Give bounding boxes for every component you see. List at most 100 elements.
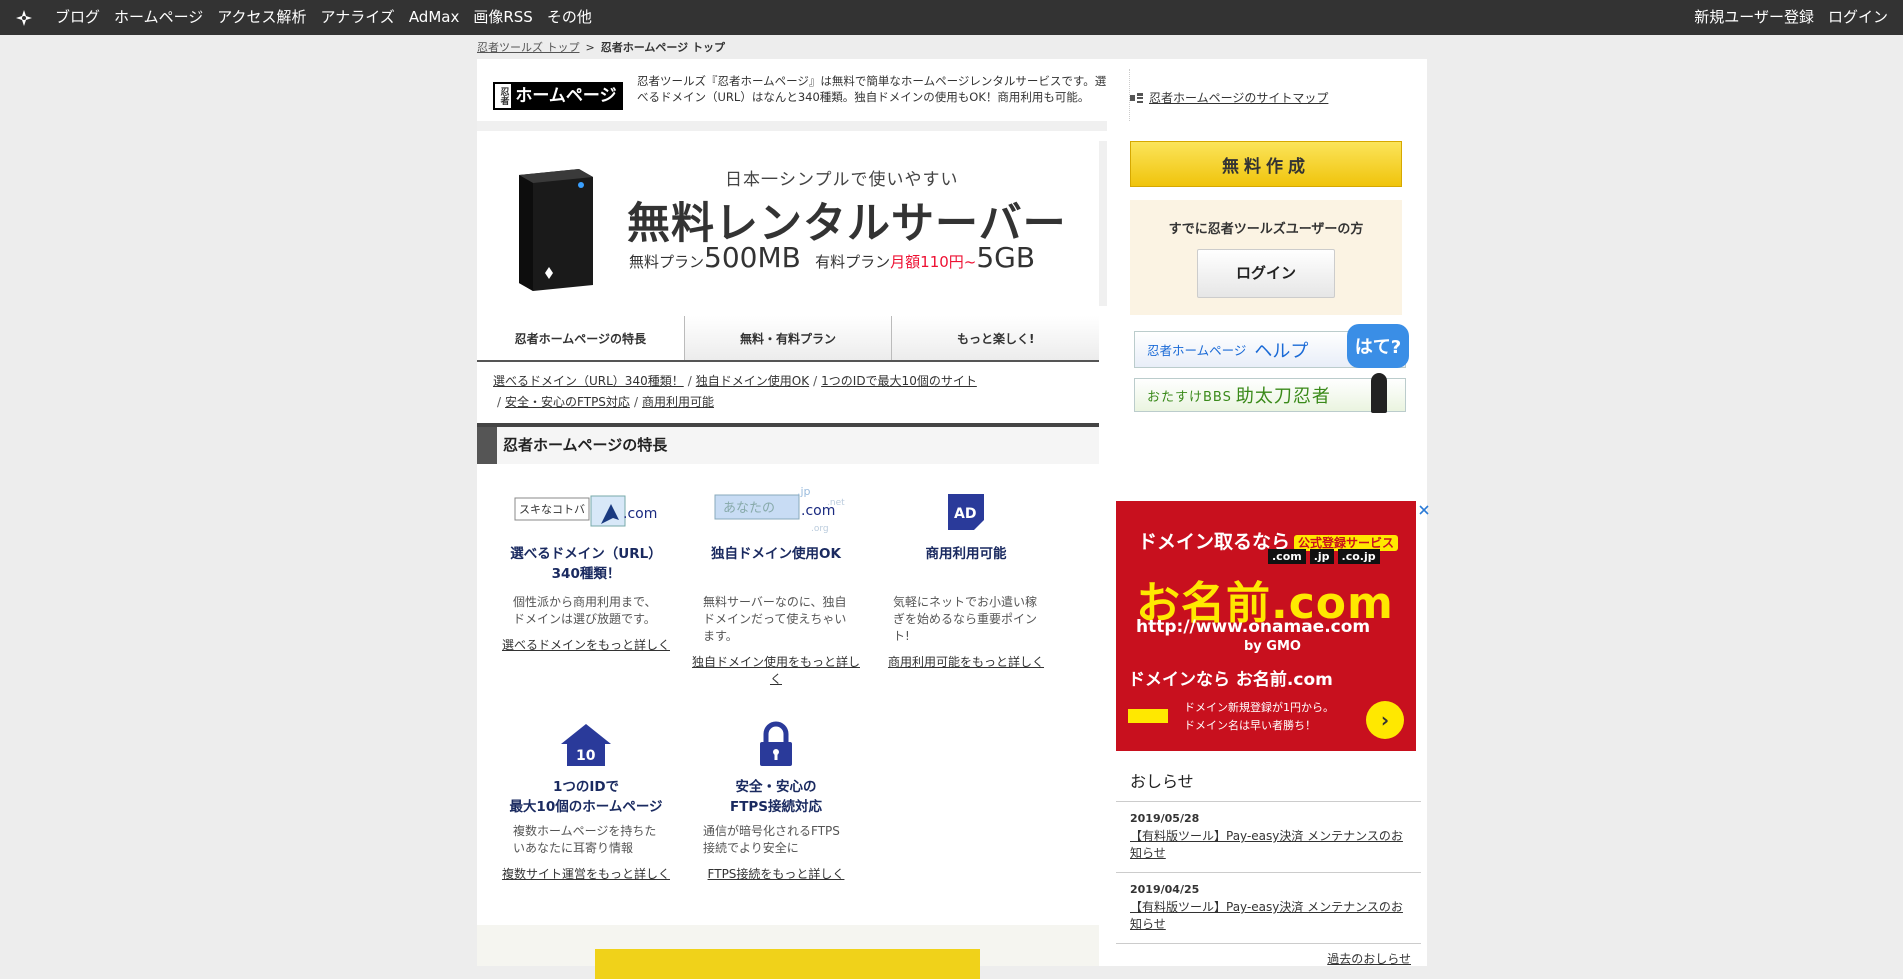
help-button[interactable]: 忍者ホームページ ヘルプ はて? bbox=[1134, 324, 1409, 368]
feature-domains: スキなコトバ .com 選べるドメイン（URL） 340種類！ 個性派から商用利用… bbox=[501, 484, 671, 654]
icon-text-word: スキなコトバ bbox=[519, 503, 585, 516]
ninja-homepage-logo[interactable]: 忍者 ホームページ bbox=[493, 82, 623, 110]
sitemap-icon bbox=[1130, 92, 1143, 103]
feature-commercial: AD 商用利用可能 気軽にネットでお小遣い稼ぎを始めるなら重要ポイント! 商用利… bbox=[881, 484, 1051, 671]
paid-plan-size: 5GB bbox=[976, 241, 1036, 274]
feature-name-line2: 最大10個のホームページ bbox=[509, 799, 663, 815]
own-domain-icon: あなたの .jp .com .net .org bbox=[691, 484, 861, 540]
ad-gmo: by GMO bbox=[1244, 639, 1301, 654]
news-link[interactable]: 【有料版ツール】Pay-easy決済 メンテナンスのお知らせ bbox=[1130, 899, 1407, 933]
feature-more-link[interactable]: 複数サイト運営をもっと詳しく bbox=[501, 866, 671, 883]
icon-text-yours: あなたの bbox=[723, 501, 775, 516]
sublink-separator: / bbox=[633, 395, 638, 409]
bbs-button[interactable]: おたすけBBS 助太刀忍者 bbox=[1134, 373, 1406, 413]
nav-blog[interactable]: ブログ bbox=[48, 0, 107, 35]
ad-close-icon[interactable] bbox=[1418, 503, 1430, 517]
ninja-figure-icon bbox=[1371, 373, 1387, 413]
login-button[interactable]: ログイン bbox=[1197, 249, 1335, 298]
news-link[interactable]: 【有料版ツール】Pay-easy決済 メンテナンスのお知らせ bbox=[1130, 828, 1407, 862]
feature-description: 個性派から商用利用まで、ドメインは選び放題です。 bbox=[513, 595, 657, 626]
feature-name: 独自ドメイン使用OK bbox=[711, 546, 841, 562]
feature-name-line2: 340種類！ bbox=[551, 566, 621, 582]
news-section: おしらせ 2019/05/28 【有料版ツール】Pay-easy決済 メンテナン… bbox=[1116, 759, 1421, 967]
feature-multi-site: 10 1つのIDで最大10個のホームページ 複数ホームページを持ちたいあなたに耳… bbox=[501, 717, 671, 883]
breadcrumb-root[interactable]: 忍者ツールズ トップ bbox=[477, 41, 580, 54]
feature-name-line1: 1つのIDで bbox=[552, 779, 620, 795]
onamae-ad[interactable]: ドメイン取るなら 公式登録サービス .com .jp .co.jp お名前.com… bbox=[1116, 501, 1416, 751]
hero-banner[interactable]: 日本一シンプルで使いやすい 無料レンタルサーバー 無料プラン500MB 有料プラ… bbox=[477, 141, 1099, 306]
feature-description: 無料サーバーなのに、独自ドメインだって使えちゃいます。 bbox=[703, 595, 847, 643]
login-box: すでに忍者ツールズユーザーの方 ログイン bbox=[1130, 200, 1402, 315]
paid-plan-label: 有料プラン bbox=[815, 253, 891, 271]
nav-image-rss[interactable]: 画像RSS bbox=[466, 0, 539, 35]
news-item: 2019/05/28 【有料版ツール】Pay-easy決済 メンテナンスのお知ら… bbox=[1116, 802, 1421, 873]
free-plan-label: 無料プラン bbox=[629, 253, 705, 271]
breadcrumb-current: 忍者ホームページ トップ bbox=[600, 41, 725, 54]
feature-description: 気軽にネットでお小遣い稼ぎを始めるなら重要ポイント! bbox=[893, 595, 1038, 643]
past-news-link[interactable]: 過去のおしらせ bbox=[1327, 952, 1411, 966]
sublink-ftps[interactable]: 安全・安心のFTPS対応 bbox=[505, 395, 630, 409]
server-icon bbox=[519, 169, 593, 291]
tab-fun[interactable]: もっと楽しく! bbox=[892, 316, 1100, 360]
feature-more-link[interactable]: FTPS接続をもっと詳しく bbox=[691, 866, 861, 883]
sublink-separator: / bbox=[687, 374, 692, 388]
domain-select-icon: スキなコトバ .com bbox=[501, 484, 671, 540]
features-title: 忍者ホームページの特長 bbox=[477, 427, 1099, 464]
login-link[interactable]: ログイン bbox=[1821, 0, 1895, 35]
help-big-label: ヘルプ bbox=[1254, 340, 1309, 362]
free-create-button[interactable]: 無料作成 bbox=[1130, 141, 1402, 187]
nav-analyze[interactable]: アナライズ bbox=[314, 0, 402, 35]
features-section: 忍者ホームページの特長 スキなコトバ .com 選べるドメイン（URL） 340種… bbox=[477, 423, 1099, 915]
sitemap-link[interactable]: 忍者ホームページのサイトマップ bbox=[1149, 89, 1328, 106]
nav-access-analytics[interactable]: アクセス解析 bbox=[210, 0, 313, 35]
feature-name-line2: FTPS接続対応 bbox=[729, 799, 823, 815]
ad-url: http://www.onamae.com bbox=[1136, 617, 1371, 637]
nav-other[interactable]: その他 bbox=[540, 0, 599, 35]
feature-ftps: 安全・安心の FTPS接続対応 通信が暗号化されるFTPS接続でより安全に FTP… bbox=[691, 717, 861, 883]
ad-domain: .com bbox=[1268, 549, 1306, 564]
ninja-logo-icon[interactable] bbox=[0, 0, 48, 35]
sublink-multi-site[interactable]: 1つのIDで最大10個のサイト bbox=[821, 374, 977, 388]
ad-badge bbox=[1128, 709, 1168, 723]
top-account-links: 新規ユーザー登録 ログイン bbox=[1687, 0, 1903, 35]
bottom-strip bbox=[477, 925, 1099, 979]
sitemap-link-row: 忍者ホームページのサイトマップ bbox=[1130, 89, 1328, 106]
feature-more-link[interactable]: 選べるドメインをもっと詳しく bbox=[501, 637, 671, 654]
ad-domain: .jp bbox=[1309, 549, 1334, 564]
bottom-yellow-button[interactable] bbox=[595, 949, 980, 979]
tab-plans[interactable]: 無料・有料プラン bbox=[684, 316, 893, 360]
icon-text-jp: .jp bbox=[797, 487, 811, 498]
login-box-title: すでに忍者ツールズユーザーの方 bbox=[1168, 222, 1364, 237]
help-badge: はて? bbox=[1347, 324, 1409, 368]
ad-small-line1: ドメイン新規登録が1円から。 bbox=[1184, 701, 1334, 714]
feature-description: 通信が暗号化されるFTPS接続でより安全に bbox=[703, 824, 840, 855]
site-header: 忍者 ホームページ 忍者ツールズ『忍者ホームページ』は無料で簡単なホームページレ… bbox=[477, 59, 1107, 131]
site-description: 忍者ツールズ『忍者ホームページ』は無料で簡単なホームページレンタルサービスです。… bbox=[637, 74, 1107, 104]
sublink-separator: / bbox=[497, 395, 502, 409]
feature-description: 複数ホームページを持ちたいあなたに耳寄り情報 bbox=[513, 824, 657, 855]
feature-more-link[interactable]: 商用利用可能をもっと詳しく bbox=[881, 654, 1051, 671]
feature-name: 安全・安心の FTPS接続対応 bbox=[691, 777, 861, 817]
help-small-label: 忍者ホームページ bbox=[1147, 343, 1247, 358]
ad-small-text: ドメイン新規登録が1円から。 ドメイン名は早い者勝ち！ bbox=[1184, 699, 1334, 735]
ad-domain-list: .com .jp .co.jp bbox=[1268, 549, 1380, 564]
feature-name-line1: 安全・安心の bbox=[735, 779, 817, 795]
bbs-big-label: 助太刀忍者 bbox=[1235, 386, 1331, 407]
feature-sublinks: 選べるドメイン（URL）340種類！ / 独自ドメイン使用OK/1つのIDで最大10… bbox=[477, 362, 1099, 422]
brand-small: 忍者 bbox=[498, 87, 509, 105]
bbs-small-label: おたすけBBS bbox=[1147, 389, 1232, 405]
sublink-own-domain[interactable]: 独自ドメイン使用OK bbox=[696, 374, 809, 388]
icon-text-ten: 10 bbox=[576, 748, 596, 764]
sublink-commercial[interactable]: 商用利用可能 bbox=[642, 395, 714, 409]
nav-homepage[interactable]: ホームページ bbox=[107, 0, 210, 35]
tab-features[interactable]: 忍者ホームページの特長 bbox=[477, 316, 685, 360]
feature-more-link[interactable]: 独自ドメイン使用をもっと詳しく bbox=[691, 654, 861, 688]
news-title: おしらせ bbox=[1116, 759, 1421, 802]
icon-text-net: .net bbox=[827, 498, 845, 508]
nav-admax[interactable]: AdMax bbox=[402, 0, 467, 35]
brand-main: ホームページ bbox=[511, 84, 621, 108]
chevron-right-icon[interactable]: › bbox=[1366, 701, 1404, 739]
sublink-domains[interactable]: 選べるドメイン（URL）340種類！ bbox=[493, 374, 684, 388]
banner-tagline: 日本一シンプルで使いやすい bbox=[725, 170, 959, 190]
register-link[interactable]: 新規ユーザー登録 bbox=[1687, 0, 1821, 35]
